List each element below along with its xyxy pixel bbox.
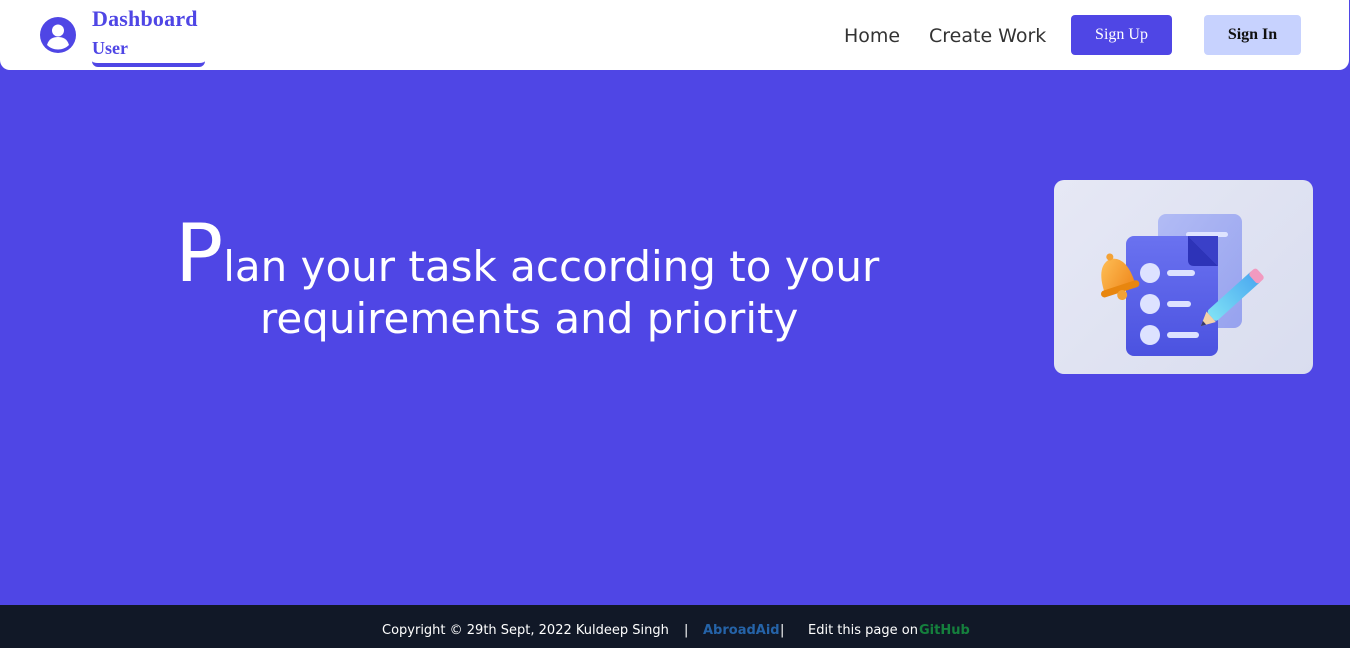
footer-copyright: Copyright © 29th Sept, 2022 Kuldeep Sing…	[382, 623, 669, 638]
page-footer: Copyright © 29th Sept, 2022 Kuldeep Sing…	[0, 605, 1350, 648]
brand-text: Dashboard User	[92, 6, 206, 67]
footer-edit-text: Edit this page on	[808, 623, 918, 638]
user-avatar-icon	[40, 17, 76, 53]
footer-abroadaid-link[interactable]: AbroadAid	[703, 623, 780, 639]
footer-separator: |	[684, 623, 689, 638]
task-list-illustration	[1054, 180, 1313, 374]
hero-headline-rest: lan your task according to your	[223, 242, 880, 291]
nav-link-create-work[interactable]: Create Work	[929, 22, 1046, 50]
footer-separator: |	[780, 623, 785, 638]
task-list-illustration-icon	[1100, 214, 1264, 356]
brand-title: Dashboard	[92, 6, 198, 31]
sign-in-button[interactable]: Sign In	[1204, 15, 1301, 55]
brand-subtitle: User	[92, 37, 205, 67]
hero-drop-cap: P	[175, 207, 224, 300]
hero-headline: Plan your task according to your require…	[175, 210, 935, 344]
nav-link-home[interactable]: Home	[844, 22, 900, 50]
footer-github-link[interactable]: GitHub	[919, 623, 970, 639]
sign-up-button[interactable]: Sign Up	[1071, 15, 1172, 55]
top-navbar: Dashboard User Home Create Work Sign Up …	[0, 0, 1349, 70]
